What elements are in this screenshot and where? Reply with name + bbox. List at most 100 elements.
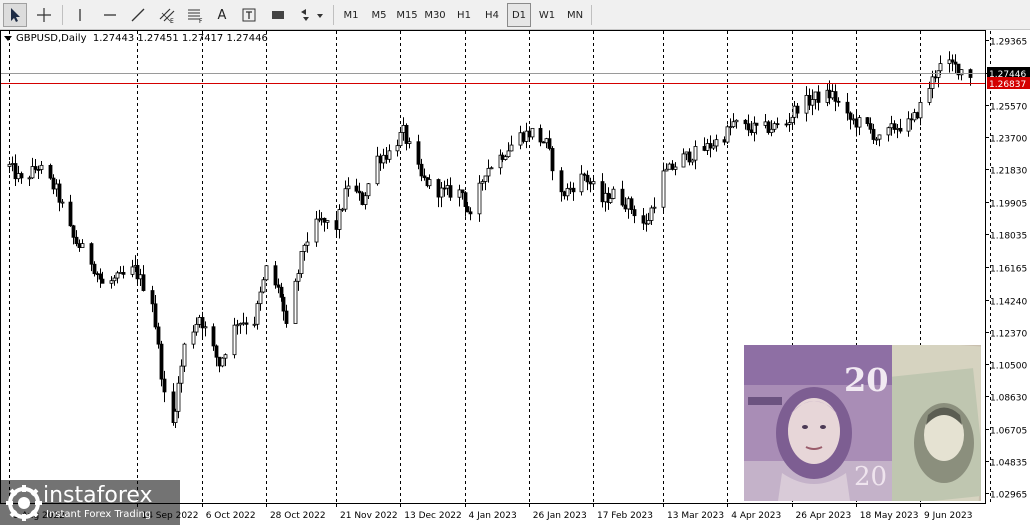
- candle-bull: [705, 143, 710, 151]
- candle-bear: [159, 343, 164, 380]
- toolbar: E F A M1 M5 M15 M30 H1 H4 D1 W1 MN: [0, 0, 1030, 30]
- candle-bear: [807, 94, 812, 106]
- candle-bear: [19, 173, 24, 179]
- svg-text:F: F: [199, 18, 203, 23]
- candle-bull: [346, 185, 351, 190]
- candle-bull: [203, 326, 208, 329]
- candle-bull: [790, 116, 795, 124]
- timeframe-m15[interactable]: M15: [394, 3, 420, 27]
- candle-bull: [626, 198, 631, 210]
- candle-bull: [194, 323, 199, 333]
- candle-bull: [343, 188, 348, 210]
- candle-bull: [693, 146, 698, 161]
- timeframe-h4[interactable]: H4: [479, 3, 505, 27]
- timeframe-w1[interactable]: W1: [535, 3, 559, 27]
- candle-bull: [734, 119, 739, 123]
- candle-bear: [754, 122, 759, 126]
- candle-bull: [889, 123, 894, 129]
- candle-bull: [261, 279, 266, 293]
- x-tick-label: 21 Nov 2022: [340, 511, 398, 521]
- candle-bear: [833, 91, 838, 102]
- candle-bear: [600, 181, 605, 203]
- timeframe-h1[interactable]: H1: [451, 3, 477, 27]
- candle-bull: [401, 124, 406, 133]
- y-tick-label: 1.08630: [990, 394, 1027, 404]
- candle-bear: [384, 154, 389, 160]
- text-label-icon[interactable]: [237, 3, 261, 27]
- cursor-arrow-icon[interactable]: [3, 3, 27, 27]
- x-tick-label: 26 Apr 2023: [796, 511, 852, 521]
- candle-bull: [895, 127, 900, 130]
- candle-bull: [118, 272, 123, 274]
- candle-bull: [506, 150, 511, 158]
- instaforex-logo: instaforex Instant Forex Trading: [0, 480, 180, 525]
- candle-bull: [439, 187, 444, 198]
- collapse-arrow-icon[interactable]: [4, 35, 12, 41]
- candle-bull: [445, 185, 450, 189]
- candle-bear: [57, 183, 62, 203]
- candle-bull: [591, 181, 596, 185]
- trendline-icon[interactable]: [126, 3, 150, 27]
- candle-bull: [711, 145, 716, 149]
- timeframe-mn[interactable]: MN: [563, 3, 587, 27]
- candle-bull: [241, 322, 246, 325]
- svg-text:20: 20: [844, 361, 889, 399]
- candle-bear: [217, 356, 222, 367]
- candle-bull: [530, 127, 535, 138]
- candle-bear: [538, 127, 543, 143]
- candle-bear: [448, 185, 453, 198]
- candle-bull: [947, 59, 952, 65]
- candle-bull: [39, 164, 44, 170]
- timeframe-m30[interactable]: M30: [422, 3, 448, 27]
- candle-bull: [130, 266, 135, 275]
- candle-bull: [381, 154, 386, 164]
- candle-bull: [792, 105, 797, 118]
- candle-bull: [603, 192, 608, 203]
- candle-bull: [787, 122, 792, 125]
- x-tick-label: 9 Jun 2023: [924, 511, 972, 521]
- text-icon[interactable]: A: [211, 3, 233, 27]
- candle-bull: [238, 323, 243, 326]
- candle-bear: [71, 225, 76, 238]
- candle-bull: [477, 182, 482, 215]
- symbol-header: GBPUSD,Daily 1.27443 1.27451 1.27417 1.2…: [4, 33, 268, 44]
- rectangle-icon[interactable]: [266, 3, 290, 27]
- candle-bull: [293, 280, 298, 324]
- candle-bull: [197, 317, 202, 325]
- candle-bull: [191, 331, 196, 345]
- candle-bear: [670, 163, 675, 170]
- candle-bull: [857, 117, 862, 128]
- y-tick-label: 1.14240: [990, 298, 1027, 308]
- candle-bear: [357, 190, 362, 194]
- candle-bear: [827, 89, 832, 99]
- vertical-line-icon[interactable]: [68, 3, 92, 27]
- candle-bull: [232, 324, 237, 356]
- candle-bear: [135, 264, 140, 280]
- candle-bull: [874, 138, 879, 141]
- candle-bull: [912, 112, 917, 121]
- candle-bear: [279, 286, 284, 298]
- candle-bull: [579, 173, 584, 193]
- candle-bear: [468, 211, 473, 215]
- timeframe-m1[interactable]: M1: [338, 3, 364, 27]
- candle-bull: [906, 118, 911, 132]
- timeframe-d1[interactable]: D1: [507, 3, 531, 27]
- candle-bull: [725, 126, 730, 143]
- horizontal-line-icon[interactable]: [98, 3, 122, 27]
- candle-bear: [933, 76, 938, 79]
- timeframe-m5[interactable]: M5: [366, 3, 392, 27]
- equidistant-channel-icon[interactable]: E: [155, 3, 179, 27]
- candle-bull: [652, 206, 657, 209]
- fibonacci-icon[interactable]: F: [183, 3, 207, 27]
- candle-bull: [387, 150, 392, 160]
- candle-bear: [915, 112, 920, 119]
- shapes-dropdown-icon[interactable]: [295, 3, 327, 27]
- candle-bear: [775, 123, 780, 126]
- toolbar-separator: [591, 5, 592, 25]
- y-tick-label: 1.21830: [990, 167, 1027, 177]
- crosshair-icon[interactable]: [32, 3, 56, 27]
- candle-bear: [620, 188, 625, 206]
- candle-bear: [463, 192, 468, 207]
- candle-bull: [182, 343, 187, 367]
- candle-bear: [273, 265, 278, 286]
